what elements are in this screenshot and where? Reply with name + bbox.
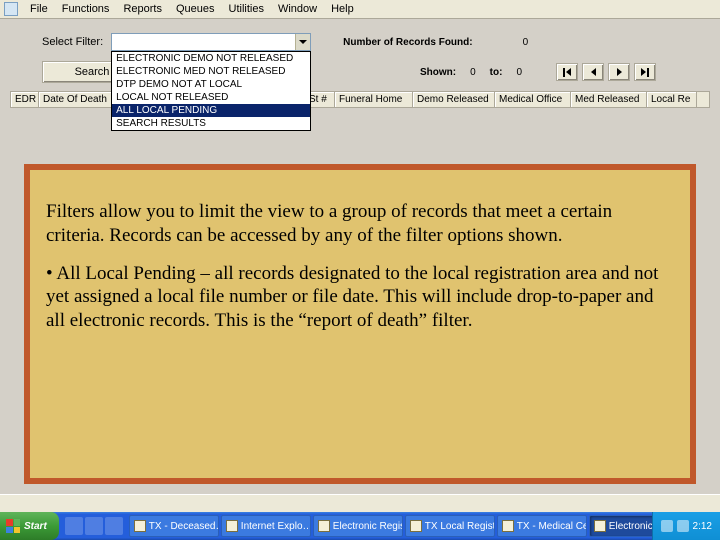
taskbar-item[interactable]: TX Local Registrar — [405, 515, 495, 537]
callout-para-2: • All Local Pending – all records design… — [46, 262, 674, 333]
menu-functions[interactable]: Functions — [56, 2, 116, 16]
filter-label: Select Filter: — [42, 36, 103, 48]
filter-row: Select Filter: ELECTRONIC DEMO NOT RELEA… — [6, 25, 714, 55]
taskbar-item[interactable]: Internet Explo… — [221, 515, 311, 537]
quick-launch-item[interactable] — [85, 517, 103, 535]
filter-combobox[interactable] — [111, 33, 311, 51]
to-label: to: — [490, 67, 503, 78]
records-found-value: 0 — [523, 37, 529, 48]
app-icon — [410, 520, 422, 532]
windows-logo-icon — [6, 519, 20, 533]
menu-file[interactable]: File — [24, 2, 54, 16]
taskbar-item[interactable]: TX - Medical Cert… — [497, 515, 587, 537]
filter-option[interactable]: ELECTRONIC MED NOT RELEASED — [112, 65, 310, 78]
start-button[interactable]: Start — [0, 512, 59, 540]
taskbar-item-label: TX - Medical Cert… — [517, 521, 587, 532]
grid-column-header[interactable]: Med Released — [571, 92, 647, 107]
menu-bar: File Functions Reports Queues Utilities … — [0, 0, 720, 19]
first-button[interactable] — [556, 63, 578, 81]
status-bar — [0, 494, 720, 512]
next-button[interactable] — [608, 63, 630, 81]
quick-launch-item[interactable] — [65, 517, 83, 535]
app-icon — [134, 520, 146, 532]
grid-column-header[interactable]: Demo Released — [413, 92, 495, 107]
filter-combo-wrap: ELECTRONIC DEMO NOT RELEASED ELECTRONIC … — [111, 33, 311, 51]
taskbar-item[interactable]: TX - Deceased… — [129, 515, 219, 537]
grid-column-header[interactable]: Date Of Death — [39, 92, 113, 107]
menu-utilities[interactable]: Utilities — [223, 2, 270, 16]
grid-column-header[interactable]: Medical Office — [495, 92, 571, 107]
menu-help[interactable]: Help — [325, 2, 360, 16]
filter-option[interactable]: ELECTRONIC DEMO NOT RELEASED — [112, 52, 310, 65]
records-found: Number of Records Found: 0 — [343, 37, 528, 48]
chevron-down-icon[interactable] — [295, 34, 310, 50]
taskbar: Start TX - Deceased… Internet Explo… Elect… — [0, 512, 720, 540]
start-label: Start — [24, 521, 47, 532]
records-found-label: Number of Records Found: — [343, 37, 472, 48]
taskbar-item-label: Electronic Regist… — [333, 521, 403, 532]
clock: 2:12 — [693, 521, 712, 532]
app-icon — [4, 2, 18, 16]
tutorial-callout: Filters allow you to limit the view to a… — [24, 164, 696, 484]
app-icon — [318, 520, 330, 532]
shown-label: Shown: — [420, 67, 456, 78]
last-button[interactable] — [634, 63, 656, 81]
app-icon — [226, 520, 238, 532]
taskbar-item-label: Internet Explo… — [241, 521, 311, 532]
taskbar-item[interactable]: Electronic Regis… — [589, 515, 652, 537]
grid-column-header[interactable]: Local Re — [647, 92, 697, 107]
menu-reports[interactable]: Reports — [117, 2, 168, 16]
shown-from: 0 — [470, 67, 476, 78]
callout-para-1: Filters allow you to limit the view to a… — [46, 200, 674, 248]
app-icon — [594, 520, 606, 532]
tray-icon[interactable] — [677, 520, 689, 532]
grid-column-header[interactable]: EDR — [11, 92, 39, 107]
quick-launch — [65, 517, 123, 535]
shown-to: 0 — [516, 67, 522, 78]
shown-info: Shown: 0 to: 0 — [420, 63, 656, 81]
nav-buttons — [556, 63, 656, 81]
taskbar-item[interactable]: Electronic Regist… — [313, 515, 403, 537]
client-area: Select Filter: ELECTRONIC DEMO NOT RELEA… — [0, 19, 720, 114]
taskbar-item-label: Electronic Regis… — [609, 521, 652, 532]
prev-button[interactable] — [582, 63, 604, 81]
app-icon — [502, 520, 514, 532]
menu-window[interactable]: Window — [272, 2, 323, 16]
taskbar-item-label: TX Local Registrar — [425, 521, 495, 532]
grid-column-header[interactable]: Funeral Home — [335, 92, 413, 107]
menu-queues[interactable]: Queues — [170, 2, 221, 16]
task-items: TX - Deceased… Internet Explo… Electronic … — [129, 515, 652, 537]
taskbar-item-label: TX - Deceased… — [149, 521, 219, 532]
filter-option-selected[interactable]: ALL LOCAL PENDING — [112, 104, 310, 117]
filter-option[interactable]: LOCAL NOT RELEASED — [112, 91, 310, 104]
filter-option[interactable]: DTP DEMO NOT AT LOCAL — [112, 78, 310, 91]
filter-option[interactable]: SEARCH RESULTS — [112, 117, 310, 130]
quick-launch-item[interactable] — [105, 517, 123, 535]
system-tray: 2:12 — [652, 512, 720, 540]
filter-dropdown-list: ELECTRONIC DEMO NOT RELEASED ELECTRONIC … — [111, 51, 311, 131]
tray-icon[interactable] — [661, 520, 673, 532]
